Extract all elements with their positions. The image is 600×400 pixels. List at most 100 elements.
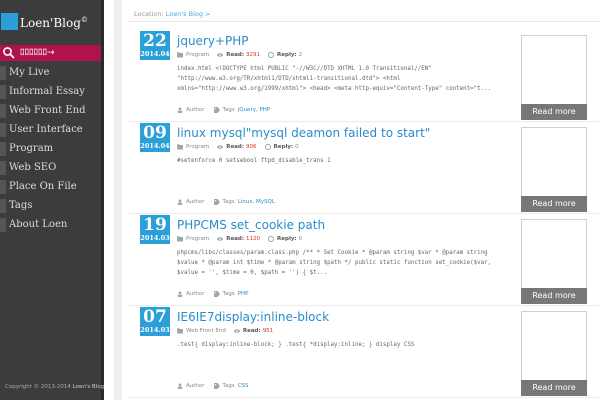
- post-date-day: 07: [143, 307, 167, 327]
- copyright: Copyright © 2013-2014 Loen's Blog: [5, 384, 104, 390]
- post-category[interactable]: Program: [186, 236, 209, 242]
- post-date: 07 2014.03: [140, 307, 170, 336]
- search-bar[interactable]: ﾛﾛﾛﾛﾛﾛ→: [0, 45, 101, 61]
- nav-item-web-front-end[interactable]: Web Front End: [0, 102, 101, 120]
- folder-icon: [177, 52, 183, 58]
- post-read-count: 1120: [246, 236, 261, 242]
- post-meta: Program Read: 1120 Reply: 0: [177, 236, 310, 242]
- read-more-button[interactable]: Read more: [521, 380, 587, 396]
- tags-label: Tags: [222, 383, 235, 389]
- copyright-mark: ©: [80, 16, 88, 24]
- post-category[interactable]: Program: [186, 144, 209, 150]
- nav-item-user-interface[interactable]: User Interface: [0, 121, 101, 139]
- post-reply-count: 0: [295, 144, 299, 150]
- post-footer: Author Tags CSS: [177, 383, 258, 389]
- tags-label: Tags: [222, 291, 235, 297]
- post-footer: Author Tags jQuery, PHP: [177, 107, 279, 113]
- post: 07 2014.03 IE6IE7display:inline-block We…: [128, 306, 600, 398]
- author-label: Author: [186, 291, 205, 297]
- read-more-button[interactable]: Read more: [521, 196, 587, 212]
- nav-item-tags[interactable]: Tags: [0, 197, 101, 215]
- breadcrumb-divider: [128, 21, 600, 22]
- folder-icon: [177, 328, 183, 334]
- tag-icon: [213, 199, 220, 205]
- post-tags[interactable]: jQuery, PHP: [238, 107, 271, 113]
- divider-stripe: [114, 0, 122, 400]
- post-meta: Web Front End Read: 951: [177, 328, 281, 334]
- post-date-day: 19: [143, 215, 167, 235]
- read-more-button[interactable]: Read more: [521, 288, 587, 304]
- nav-item-informal-essay[interactable]: Informal Essay: [0, 83, 101, 101]
- post-reply-count: 0: [298, 236, 303, 242]
- post-title[interactable]: PHPCMS set_cookie path: [177, 218, 325, 232]
- reply-label: Reply:: [273, 144, 294, 150]
- post-meta: Program Read: 906 Reply: 0: [177, 144, 307, 150]
- post: 09 2014.04 linux mysql"mysql deamon fail…: [128, 122, 600, 214]
- breadcrumb-home-link[interactable]: Loen's Blog >: [166, 10, 211, 18]
- eye-icon: [217, 145, 224, 149]
- post-divider: [128, 397, 600, 398]
- logo-square-icon: [1, 13, 18, 30]
- post-title[interactable]: jquery+PHP: [177, 34, 249, 48]
- reply-label: Reply:: [277, 52, 297, 58]
- nav-item-place-on-file[interactable]: Place On File: [0, 178, 101, 196]
- post-date-day: 09: [143, 123, 167, 143]
- post-tags[interactable]: CSS: [238, 383, 249, 389]
- post-date: 09 2014.04: [140, 123, 170, 152]
- comment-icon: [264, 144, 271, 150]
- post: 22 2014.04 jquery+PHP Program Read: 3291…: [128, 30, 600, 122]
- post-title[interactable]: IE6IE7display:inline-block: [177, 310, 329, 324]
- folder-icon: [177, 144, 183, 150]
- user-icon: [177, 383, 183, 389]
- post-date-month: 2014.03: [140, 326, 170, 334]
- read-label: Read:: [226, 144, 245, 150]
- post-footer: Author Tags PHP: [177, 291, 258, 297]
- user-icon: [177, 291, 183, 297]
- nav-item-program[interactable]: Program: [0, 140, 101, 158]
- post-date-day: 22: [143, 31, 167, 51]
- folder-icon: [177, 236, 183, 242]
- post-title[interactable]: linux mysql"mysql deamon failed to start…: [177, 126, 430, 140]
- eye-icon: [217, 237, 224, 241]
- post-date-month: 2014.04: [140, 142, 170, 150]
- tag-icon: [213, 383, 220, 389]
- post: 19 2014.03 PHPCMS set_cookie path Progra…: [128, 214, 600, 306]
- post-reply-count: 2: [298, 52, 303, 58]
- post-date-month: 2014.03: [140, 234, 170, 242]
- post-date: 22 2014.04: [140, 31, 170, 60]
- post-footer: Author Tags Linux, MySQL: [177, 199, 284, 205]
- search-icon[interactable]: [2, 46, 16, 60]
- sidebar: Loen'Blog© ﾛﾛﾛﾛﾛﾛ→ My Live Informal Essa…: [0, 0, 104, 400]
- read-label: Read:: [226, 52, 245, 58]
- breadcrumb-label: Location:: [134, 10, 164, 18]
- copyright-text: Copyright © 2013-2014: [5, 384, 71, 390]
- post-excerpt: index.html <!DOCTYPE html PUBLIC "-//W3C…: [177, 66, 492, 92]
- author-label: Author: [186, 199, 205, 205]
- post-date: 19 2014.03: [140, 215, 170, 244]
- read-more-button[interactable]: Read more: [521, 104, 587, 120]
- author-label: Author: [186, 383, 205, 389]
- site-name: Loen'Blog: [20, 16, 81, 30]
- tag-icon: [213, 291, 220, 297]
- nav-item-web-seo[interactable]: Web SEO: [0, 159, 101, 177]
- main-content: Location: Loen's Blog > 22 2014.04 jquer…: [128, 0, 600, 400]
- site-logo[interactable]: Loen'Blog©: [0, 0, 101, 44]
- eye-icon: [217, 53, 224, 57]
- comment-icon: [268, 52, 275, 58]
- read-label: Read:: [226, 236, 245, 242]
- post-tags[interactable]: Linux, MySQL: [238, 199, 275, 205]
- eye-icon: [233, 329, 240, 333]
- post-excerpt: #setenforce 0 setsebool ftpd_disable_tra…: [177, 158, 331, 164]
- nav-item-about-loen[interactable]: About Loen: [0, 216, 101, 234]
- post-tags[interactable]: PHP: [238, 291, 249, 297]
- reply-label: Reply:: [277, 236, 297, 242]
- post-category[interactable]: Web Front End: [186, 328, 226, 334]
- copyright-site-link[interactable]: Loen's Blog: [73, 384, 105, 390]
- nav-item-my-live[interactable]: My Live: [0, 64, 101, 82]
- user-icon: [177, 199, 183, 205]
- post-excerpt: .test{ display:inline-block; } .test{ *d…: [177, 342, 415, 348]
- tag-icon: [213, 107, 220, 113]
- post-category[interactable]: Program: [186, 52, 209, 58]
- post-read-count: 3291: [246, 52, 261, 58]
- comment-icon: [268, 236, 275, 242]
